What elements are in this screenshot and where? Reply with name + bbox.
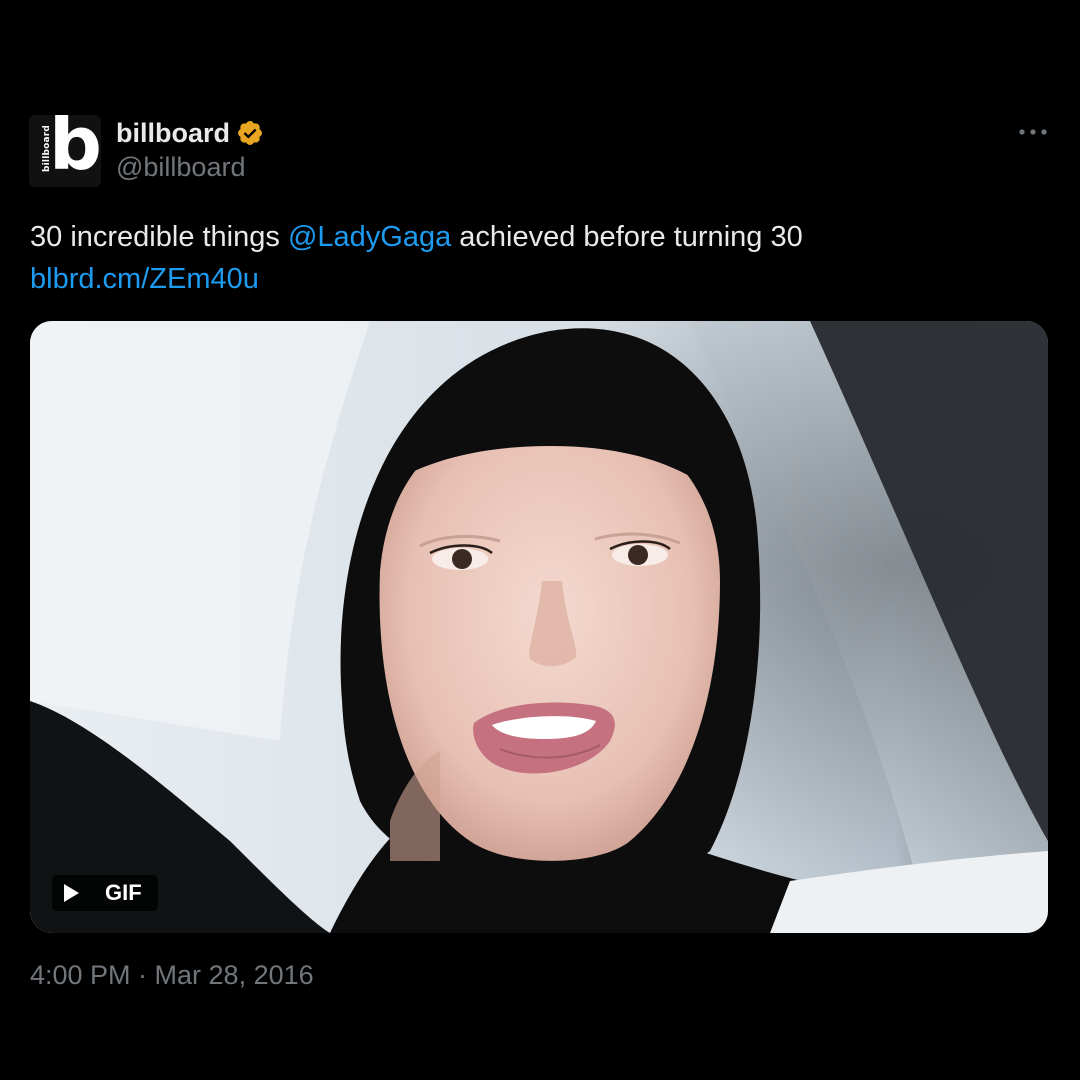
tweet-timestamp[interactable]: 4:00 PM · Mar 28, 2016 — [30, 960, 314, 991]
tweet-text: 30 incredible things @LadyGaga achieved … — [30, 216, 1040, 300]
play-icon — [64, 884, 79, 902]
avatar[interactable]: billboard b — [29, 115, 101, 187]
tweet-text-suffix: achieved before turning 30 — [451, 221, 803, 253]
verified-badge-icon — [238, 121, 262, 145]
author-name-row: billboard — [116, 116, 264, 150]
more-horizontal-icon[interactable] — [1016, 120, 1050, 144]
author-handle[interactable]: @billboard — [116, 152, 245, 183]
screenshot-frame: billboard b billboard @billboard 30 incr… — [0, 0, 1080, 1080]
author-display-name[interactable]: billboard — [116, 118, 230, 149]
tweet-card: billboard b billboard @billboard 30 incr… — [0, 66, 1080, 1014]
mention-link[interactable]: @LadyGaga — [288, 221, 451, 253]
gif-badge[interactable]: GIF — [52, 875, 158, 911]
gif-badge-label: GIF — [105, 880, 142, 905]
avatar-letter: b — [49, 115, 101, 187]
gif-media[interactable]: GIF — [30, 321, 1048, 933]
gif-frame-image — [30, 321, 1048, 933]
tweet-text-prefix: 30 incredible things — [30, 221, 288, 253]
url-link[interactable]: blbrd.cm/ZEm40u — [30, 263, 259, 295]
